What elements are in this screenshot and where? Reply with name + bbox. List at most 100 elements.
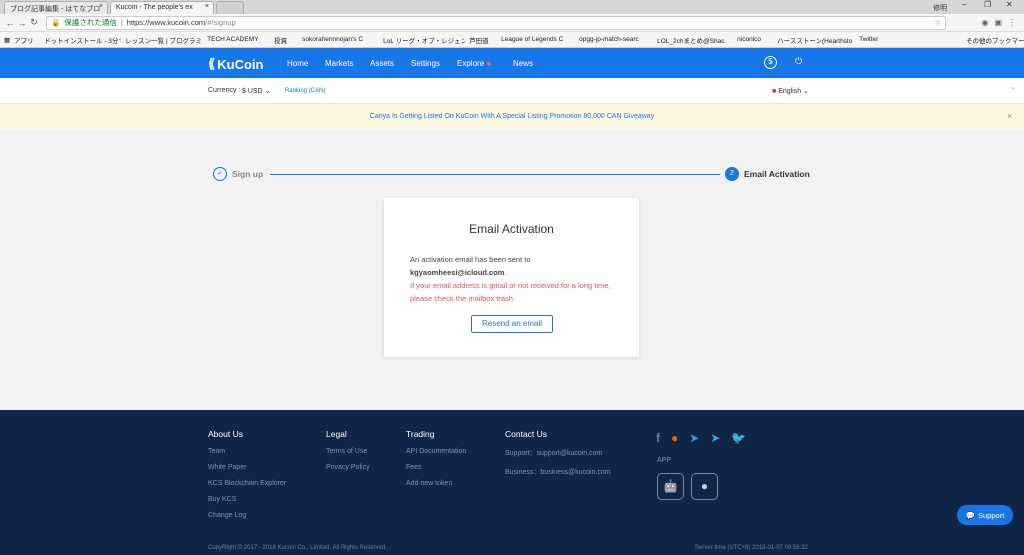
bookmark-item[interactable]: niconico — [737, 36, 773, 43]
fire-icon: ● — [486, 59, 492, 68]
footer-link-api[interactable]: API Documentation — [406, 448, 466, 455]
resend-email-button[interactable]: Resend an email — [471, 315, 553, 333]
site-footer: About Us Team White Paper KCS Blockchain… — [0, 410, 1024, 555]
bookmark-item[interactable]: Twitter — [859, 36, 899, 43]
reload-icon[interactable]: ↻ — [28, 17, 40, 28]
bookmark-item[interactable]: アプリ — [14, 35, 40, 45]
chevron-down-icon: ⌄ — [1010, 84, 1016, 91]
menu-assets[interactable]: Assets — [370, 59, 411, 68]
close-icon[interactable]: × — [99, 3, 103, 10]
flag-us-icon: ■ — [772, 88, 777, 95]
footer-contact: Contact Us Support：support@kucoin.com Bu… — [505, 429, 611, 486]
footer-link-terms[interactable]: Terms of Use — [326, 448, 370, 455]
app-label: APP — [657, 457, 672, 464]
copyright: CopyRight © 2017 - 2018 Kucoin Co., Limi… — [208, 545, 387, 551]
chat-icon: 💬 — [965, 510, 976, 520]
card-title: Email Activation — [469, 222, 554, 236]
apple-icon[interactable]: ● — [691, 473, 718, 500]
announcement-banner: Canya Is Getting Listed On KuCoin With A… — [0, 104, 1024, 129]
url-path: /#/signup — [205, 18, 236, 27]
android-icon[interactable]: 🤖 — [657, 473, 684, 500]
site-navbar: ⟪ KuCoin Home Markets Assets Settings Ex… — [0, 48, 1024, 78]
reddit-icon[interactable]: ● — [671, 431, 678, 445]
telegram-icon[interactable]: ➤ — [689, 431, 699, 445]
bookmark-item[interactable]: League of Legends C — [501, 36, 575, 43]
extension-icon[interactable]: ◉ — [981, 18, 988, 27]
footer-link-buy-kcs[interactable]: Buy KCS — [208, 496, 286, 503]
close-icon[interactable]: × — [1007, 104, 1012, 129]
footer-link-team[interactable]: Team — [208, 448, 286, 455]
facebook-icon[interactable]: f — [656, 431, 660, 445]
email-line: kgyaomheesi@icloud.com. — [410, 268, 507, 277]
currency-select[interactable]: $ USD ⌄ — [242, 87, 270, 95]
bookmark-item[interactable]: 投資 — [274, 35, 298, 45]
bookmark-item[interactable]: LOL_2chまとめ@Shac — [657, 35, 733, 45]
footer-link-changelog[interactable]: Change Log — [208, 512, 286, 519]
support-button[interactable]: 💬 Support — [957, 505, 1013, 525]
menu-news[interactable]: News — [513, 59, 543, 68]
ranking-link[interactable]: Ranking (CAN) — [285, 88, 325, 94]
footer-link-add-token[interactable]: Add new token — [406, 480, 466, 487]
bookmark-item[interactable]: レッスン一覧 | プログラミ — [125, 35, 203, 45]
bookmark-item[interactable]: LoL リーグ・オブ・レジェン — [383, 35, 465, 45]
browser-tab-strip: ブログ記事編集 - はてなブロ × Kucoin - The people's … — [0, 0, 1024, 14]
menu-home[interactable]: Home — [287, 59, 325, 68]
bookmark-item[interactable]: opgg-jp-match-searc — [579, 36, 653, 43]
back-icon[interactable]: ← — [4, 18, 16, 28]
twitter-icon[interactable]: 🐦 — [731, 431, 746, 445]
bookmark-item[interactable]: 芦田道 — [469, 35, 497, 45]
bookmark-item[interactable]: sokorahennnojan's C — [302, 36, 379, 43]
bookmarks-bar: ▦ アプリ ドットインストール - 3分でわ レッスン一覧 | プログラミ TE… — [0, 32, 1024, 48]
browser-tab-kucoin[interactable]: Kucoin - The people's ex × — [110, 1, 214, 14]
bookmark-item[interactable]: TECH ACADEMY — [207, 36, 270, 43]
power-icon[interactable]: ⏻ — [795, 56, 802, 67]
close-window-icon[interactable]: ✕ — [1006, 0, 1013, 9]
close-icon[interactable]: × — [205, 3, 209, 10]
step-number: 2 — [725, 167, 739, 181]
star-icon[interactable]: ☆ — [934, 18, 945, 27]
menu-icon[interactable]: ⋮ — [1008, 18, 1016, 27]
address-bar-row: ← → ↻ 🔒 保護された通信 | https://www.kucoin.com… — [0, 14, 1024, 32]
footer-heading: Contact Us — [505, 429, 548, 439]
browser-tab-blog[interactable]: ブログ記事編集 - はてなブロ × — [4, 1, 108, 14]
footer-business-email[interactable]: Business：business@kucoin.com — [505, 467, 611, 477]
footer-link-explorer[interactable]: KCS Blockchain Explorer — [208, 480, 286, 487]
apps-icon[interactable]: ▦ — [4, 36, 10, 44]
bookmark-item[interactable]: ハースストーン(Hearthsto — [777, 35, 855, 45]
extension-icon[interactable]: ▣ — [994, 18, 1002, 27]
dollar-icon[interactable]: $ — [764, 56, 777, 69]
footer-heading: Trading — [406, 429, 435, 439]
chevron-down-icon: ⌄ — [264, 88, 271, 95]
footer-support-email[interactable]: Support：support@kucoin.com — [505, 448, 611, 458]
footer-link-whitepaper[interactable]: White Paper — [208, 464, 286, 471]
activation-card: Email Activation An activation email has… — [384, 198, 639, 357]
bookmark-item[interactable]: ドットインストール - 3分でわ — [44, 35, 121, 45]
forward-icon[interactable]: → — [16, 18, 28, 28]
url-field[interactable]: 🔒 保護された通信 | https://www.kucoin.com/#/sig… — [46, 15, 946, 30]
currency-bar: Currency : $ USD ⌄ Ranking (CAN) ■ Engli… — [0, 78, 1024, 104]
check-icon: ✓ — [213, 167, 227, 181]
main-menu: Home Markets Assets Settings Explore ● N… — [287, 59, 543, 68]
kucoin-logo[interactable]: ⟪ KuCoin — [208, 56, 263, 72]
menu-explore[interactable]: Explore ● — [457, 59, 513, 68]
other-bookmarks[interactable]: その他のブックマーク — [966, 35, 1024, 45]
telegram-icon[interactable]: ➤ — [710, 431, 720, 445]
footer-legal: Legal Terms of Use Privacy Policy — [326, 429, 370, 480]
footer-link-fees[interactable]: Fees — [406, 464, 466, 471]
footer-trading: Trading API Documentation Fees Add new t… — [406, 429, 466, 496]
language-select[interactable]: ■ English ⌄ — [772, 87, 809, 95]
step-progress-line — [270, 174, 720, 175]
footer-link-privacy[interactable]: Privacy Policy — [326, 464, 370, 471]
secure-label: 保護された通信 — [64, 18, 117, 27]
menu-markets[interactable]: Markets — [325, 59, 370, 68]
footer-heading: Legal — [326, 429, 347, 439]
activation-message: An activation email has been sent to — [410, 255, 531, 264]
lock-icon: 🔒 — [51, 18, 61, 27]
restore-icon[interactable]: ❐ — [984, 0, 991, 9]
menu-settings[interactable]: Settings — [411, 59, 457, 68]
new-tab-button[interactable] — [216, 1, 244, 14]
minimize-icon[interactable]: – — [962, 0, 966, 9]
social-links: f ● ➤ ➤ 🐦 — [656, 431, 746, 445]
step-email-activation: Email Activation — [744, 169, 810, 179]
announcement-link[interactable]: Canya Is Getting Listed On KuCoin With A… — [370, 113, 654, 120]
